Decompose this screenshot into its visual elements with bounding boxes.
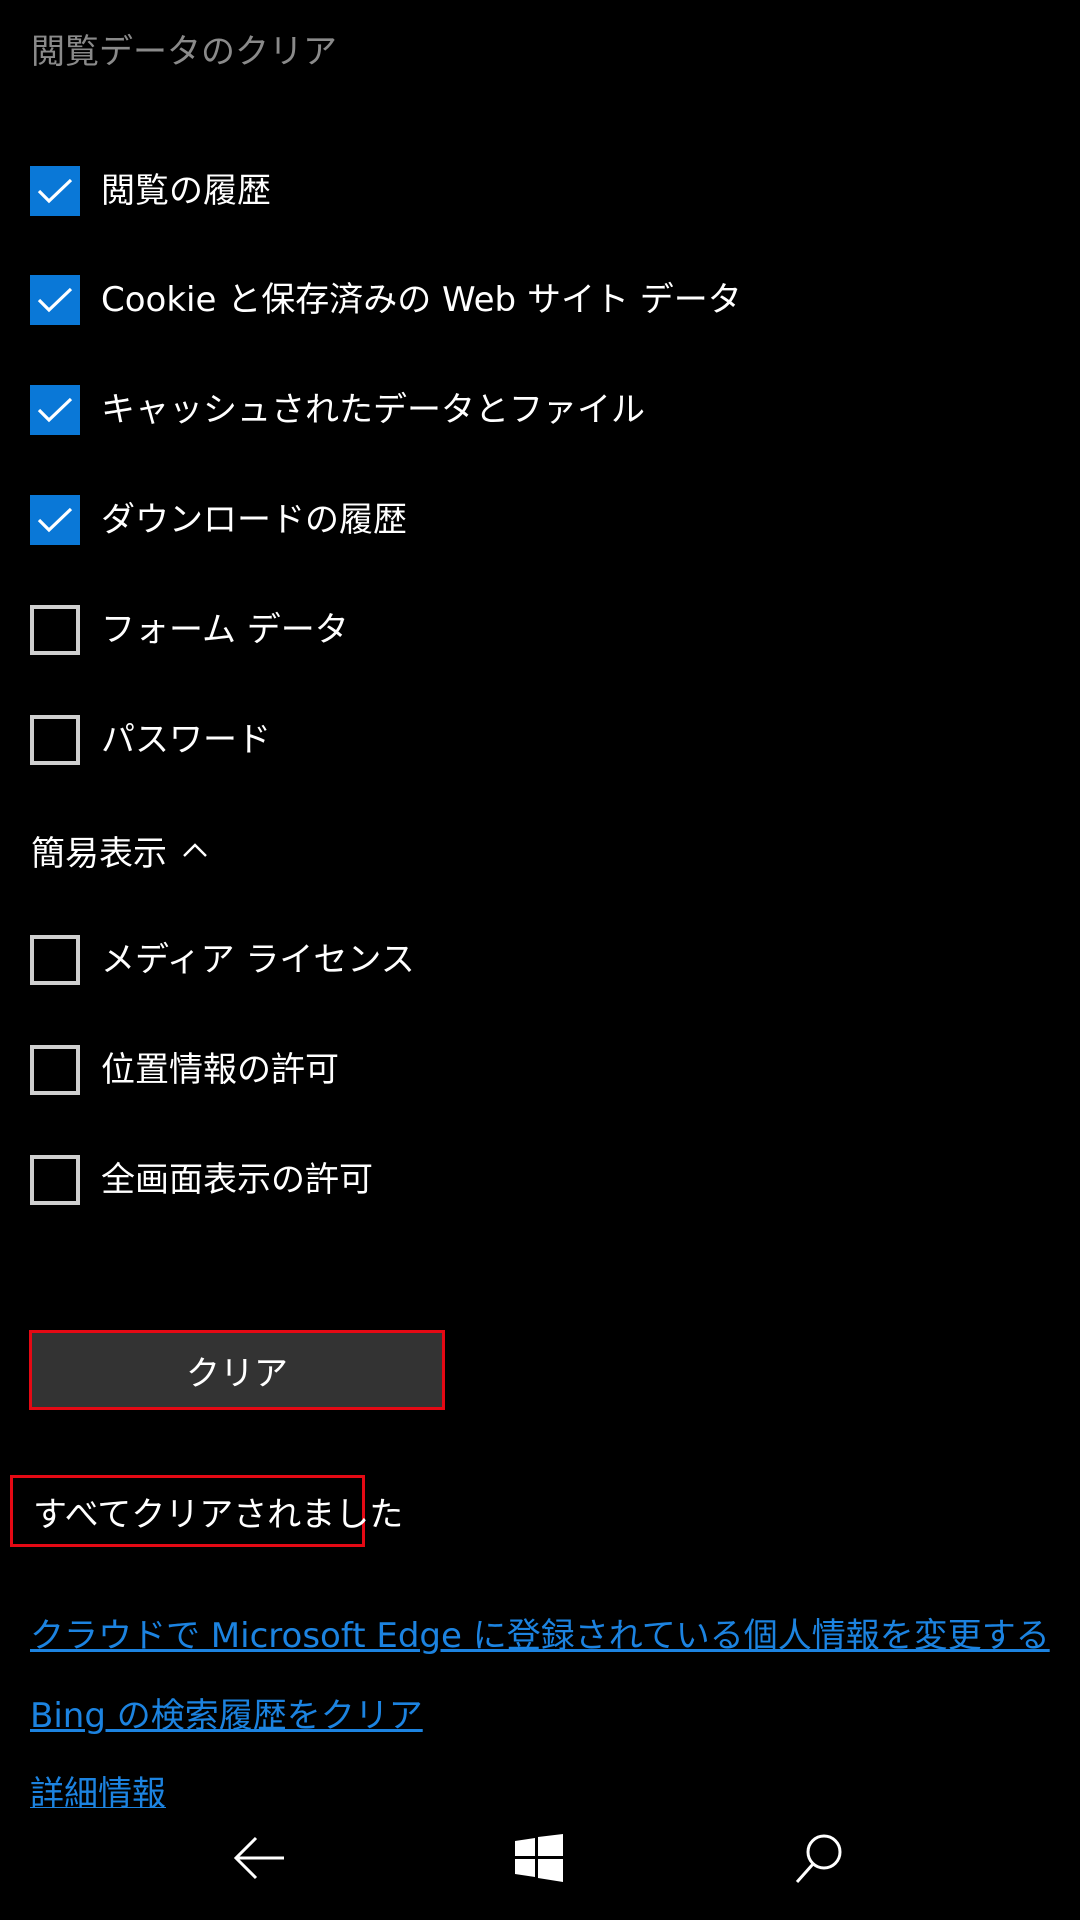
option-label: メディア ライセンス bbox=[101, 940, 415, 980]
option-browsing-history[interactable]: 閲覧の履歴 bbox=[30, 166, 271, 216]
show-less-label: 簡易表示 bbox=[31, 833, 167, 874]
search-icon bbox=[795, 1834, 842, 1883]
checkmark-icon bbox=[37, 287, 73, 313]
windows-logo-icon bbox=[515, 1834, 563, 1882]
option-label: 閲覧の履歴 bbox=[101, 171, 271, 211]
page-title: 閲覧データのクリア bbox=[31, 32, 337, 72]
cloud-personal-info-link[interactable]: クラウドで Microsoft Edge に登録されている個人情報を変更する bbox=[30, 1608, 1050, 1657]
option-label: ダウンロードの履歴 bbox=[101, 500, 407, 540]
status-message: すべてクリアされました bbox=[10, 1475, 403, 1547]
show-less-toggle[interactable]: 簡易表示 bbox=[31, 825, 209, 875]
option-label: 全画面表示の許可 bbox=[101, 1160, 373, 1200]
checkmark-icon bbox=[37, 397, 73, 423]
checkmark-icon bbox=[37, 507, 73, 533]
option-label: フォーム データ bbox=[101, 610, 349, 650]
option-media-licenses[interactable]: メディア ライセンス bbox=[30, 935, 415, 985]
checkbox-unchecked[interactable] bbox=[30, 1155, 80, 1205]
chevron-up-icon bbox=[181, 841, 209, 859]
option-form-data[interactable]: フォーム データ bbox=[30, 605, 349, 655]
option-label: キャッシュされたデータとファイル bbox=[101, 390, 645, 430]
option-label: パスワード bbox=[101, 720, 271, 760]
clear-bing-history-link[interactable]: Bing の検索履歴をクリア bbox=[30, 1688, 423, 1737]
option-label: 位置情報の許可 bbox=[101, 1050, 339, 1090]
checkbox-unchecked[interactable] bbox=[30, 935, 80, 985]
checkbox-checked[interactable] bbox=[30, 275, 80, 325]
checkmark-icon bbox=[37, 178, 73, 204]
search-button[interactable] bbox=[740, 1808, 900, 1908]
navigation-bar bbox=[0, 1808, 1080, 1920]
home-button[interactable] bbox=[459, 1808, 619, 1908]
checkbox-unchecked[interactable] bbox=[30, 1045, 80, 1095]
option-cookies[interactable]: Cookie と保存済みの Web サイト データ bbox=[30, 275, 742, 325]
checkbox-checked[interactable] bbox=[30, 166, 80, 216]
option-download-history[interactable]: ダウンロードの履歴 bbox=[30, 495, 407, 545]
option-cache[interactable]: キャッシュされたデータとファイル bbox=[30, 385, 645, 435]
back-button[interactable] bbox=[180, 1808, 340, 1908]
back-arrow-icon bbox=[233, 1836, 284, 1880]
checkbox-unchecked[interactable] bbox=[30, 605, 80, 655]
checkbox-checked[interactable] bbox=[30, 495, 80, 545]
option-location-permissions[interactable]: 位置情報の許可 bbox=[30, 1045, 339, 1095]
option-passwords[interactable]: パスワード bbox=[30, 715, 271, 765]
checkbox-unchecked[interactable] bbox=[30, 715, 80, 765]
option-label: Cookie と保存済みの Web サイト データ bbox=[101, 280, 742, 320]
checkbox-checked[interactable] bbox=[30, 385, 80, 435]
clear-button[interactable]: クリア bbox=[29, 1330, 445, 1410]
option-fullscreen-permissions[interactable]: 全画面表示の許可 bbox=[30, 1155, 373, 1205]
